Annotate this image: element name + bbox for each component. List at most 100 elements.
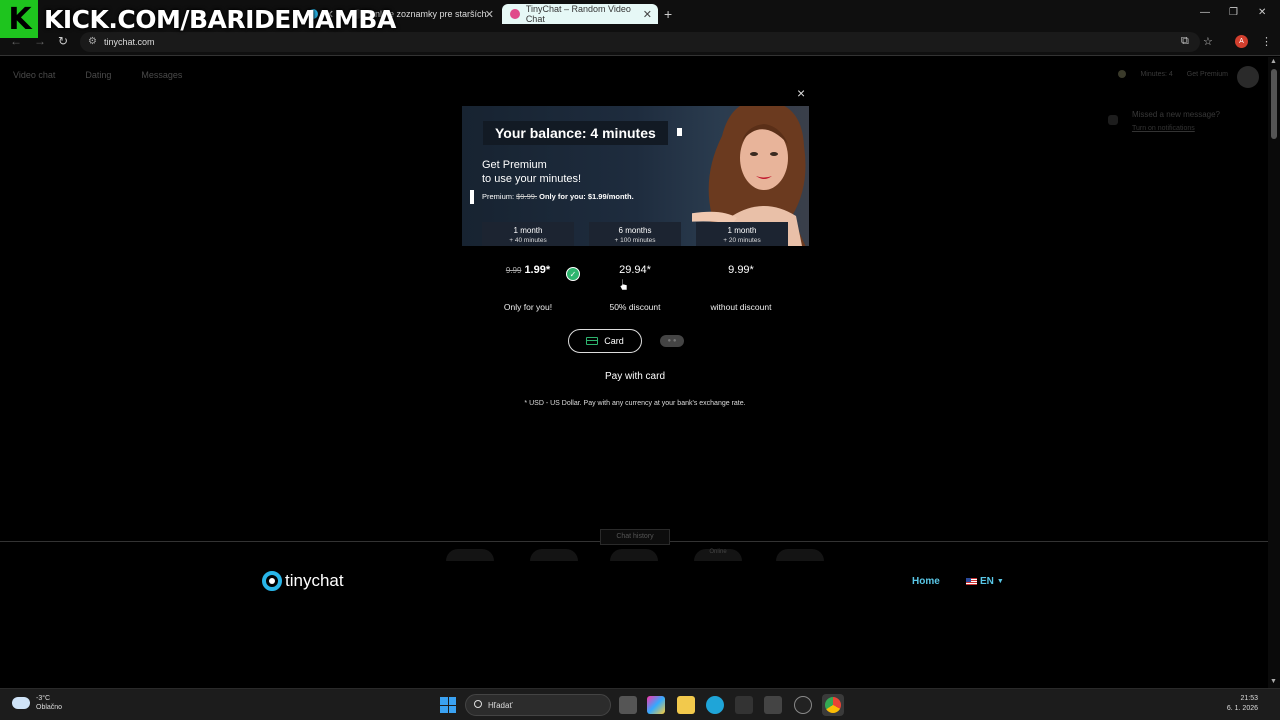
- tab-close-icon[interactable]: ✕: [643, 8, 652, 21]
- us-flag-icon: [966, 578, 977, 585]
- restore-button[interactable]: ❐: [1229, 7, 1238, 18]
- weather-desc: Oblačno: [36, 704, 63, 711]
- modal-close-button[interactable]: ×: [797, 85, 805, 101]
- user-avatar[interactable]: [1237, 66, 1259, 88]
- plan-card-3[interactable]: 1 month + 20 minutes: [696, 222, 788, 246]
- plan-bonus: + 100 minutes: [614, 237, 656, 244]
- online-badge: Online: [709, 549, 727, 555]
- scroll-thumb[interactable]: [1271, 69, 1277, 139]
- clock-date: 6. 1. 2026: [1226, 705, 1258, 712]
- plan-duration: 6 months: [618, 226, 652, 235]
- language-label: EN: [980, 576, 994, 587]
- translate-icon[interactable]: ⧉: [1181, 35, 1189, 48]
- price: 9.99*: [728, 264, 754, 276]
- nav-dating[interactable]: Dating: [85, 70, 111, 80]
- premium-heading: Get Premium to use your minutes!: [482, 158, 581, 186]
- bell-icon: [1108, 115, 1118, 125]
- promo-line: Premium: $9.99. Only for you: $1.99/mont…: [470, 190, 680, 204]
- stream-url-overlay: KICK.COM/BARIDEMAMBA: [44, 4, 396, 34]
- enable-notifications-link[interactable]: Turn on notifications: [1132, 122, 1220, 136]
- premium-heading-line2: to use your minutes!: [482, 173, 582, 185]
- premium-banner: Your balance: 4 minutes Get Premium to u…: [462, 106, 809, 246]
- search-icon: [474, 700, 482, 708]
- credit-card-icon: [586, 337, 599, 345]
- plan-3-price[interactable]: 9.99*: [686, 264, 796, 276]
- tinychat-logo[interactable]: tinychat: [262, 571, 344, 591]
- close-window-button[interactable]: ✕: [1258, 7, 1266, 18]
- system-clock[interactable]: 21:53 6. 1. 2026: [1227, 694, 1258, 714]
- language-selector[interactable]: EN ▼: [966, 576, 1004, 587]
- currency-note: * USD - US Dollar. Pay with any currency…: [524, 400, 746, 407]
- scroll-up-icon[interactable]: ▲: [1270, 58, 1277, 65]
- history-thumbnail[interactable]: [610, 549, 658, 561]
- browser-menu-icon[interactable]: ⋮: [1261, 35, 1272, 48]
- plan-1-price[interactable]: 9.99 1.99*: [473, 264, 583, 276]
- profile-avatar[interactable]: A: [1235, 35, 1248, 48]
- scroll-down-icon[interactable]: ▼: [1270, 678, 1277, 685]
- new-tab-button[interactable]: +: [664, 6, 672, 22]
- card-payment-button[interactable]: Card: [568, 329, 642, 353]
- stream-overlay: K KICK.COM/BARIDEMAMBA: [0, 0, 396, 38]
- plan-2-price[interactable]: 29.94*: [580, 264, 690, 276]
- weather-widget[interactable]: -3°C Oblačno: [12, 694, 62, 712]
- plan-2-desc: 50% discount: [609, 302, 661, 312]
- plan-1-desc: Only for you!: [503, 302, 553, 312]
- history-thumbnail[interactable]: [446, 549, 494, 561]
- file-explorer-icon[interactable]: [677, 696, 695, 714]
- minimize-button[interactable]: —: [1200, 7, 1210, 18]
- balance-label: Your balance: 4 minutes: [483, 121, 668, 145]
- tinychat-favicon-icon: [510, 9, 520, 19]
- balance-marker: [677, 128, 682, 136]
- task-view-icon[interactable]: [619, 696, 637, 714]
- clock-time: 21:53: [1240, 695, 1258, 702]
- github-icon[interactable]: [794, 696, 812, 714]
- cloud-icon: [12, 697, 30, 709]
- edge-browser-icon[interactable]: [706, 696, 724, 714]
- chevron-down-icon: ▼: [996, 578, 1004, 585]
- plan-card-1[interactable]: 1 month + 40 minutes: [482, 222, 574, 246]
- kick-logo-icon: K: [0, 0, 38, 38]
- card-button-label: Card: [604, 336, 624, 346]
- footer-home-link[interactable]: Home: [912, 576, 940, 587]
- logo-text: tinychat: [285, 571, 344, 590]
- nav-messages[interactable]: Messages: [141, 70, 182, 80]
- windows-start-icon[interactable]: [440, 697, 456, 713]
- bookmark-star-icon[interactable]: ☆: [1203, 35, 1213, 48]
- promo-old-price: $9.99.: [516, 192, 538, 201]
- plan-3-desc: without discount: [710, 302, 772, 312]
- search-placeholder: Hľadať: [488, 700, 513, 710]
- pay-with-card-button[interactable]: Pay with card: [560, 371, 710, 382]
- minutes-icon: [1118, 70, 1127, 78]
- app-icon[interactable]: [764, 696, 782, 714]
- premium-heading-line1: Get Premium: [482, 159, 547, 171]
- chat-history-tab[interactable]: Chat history: [600, 529, 670, 545]
- notification-prompt: Missed a new message? Turn on notificati…: [1132, 108, 1220, 136]
- notification-title: Missed a new message?: [1131, 110, 1220, 119]
- old-price: 9.99: [505, 266, 522, 275]
- alternative-payment-button[interactable]: ● ●: [660, 335, 684, 347]
- mouse-cursor-icon: [620, 279, 628, 291]
- plan-bonus: + 20 minutes: [723, 237, 761, 244]
- minutes-label: Minutes: 4: [1140, 70, 1173, 78]
- chrome-taskbar-button[interactable]: [822, 694, 844, 716]
- plan-card-2[interactable]: 6 months + 100 minutes: [589, 222, 681, 246]
- taskbar-search-input[interactable]: Hľadať: [465, 694, 611, 716]
- plan-duration: 1 month: [513, 226, 543, 235]
- history-thumbnail[interactable]: [530, 549, 578, 561]
- weather-temp: -3°C: [36, 695, 51, 702]
- page-scrollbar[interactable]: ▲ ▼: [1268, 57, 1280, 688]
- tab-close-icon[interactable]: ✕: [485, 8, 494, 21]
- history-thumbnail[interactable]: [776, 549, 824, 561]
- nav-video-chat[interactable]: Video chat: [13, 70, 55, 80]
- promo-offer: Only for you: $1.99/month.: [537, 192, 634, 201]
- price: 29.94*: [619, 264, 651, 276]
- history-thumbnail-online[interactable]: Online: [694, 549, 742, 561]
- copilot-icon[interactable]: [647, 696, 665, 714]
- store-icon[interactable]: [735, 696, 753, 714]
- tab-tinychat[interactable]: TinyChat – Random Video Chat ✕: [502, 4, 658, 24]
- tab-label: TinyChat – Random Video Chat: [525, 4, 631, 24]
- plan-duration: 1 month: [727, 226, 757, 235]
- get-premium-link[interactable]: Get Premium: [1187, 71, 1228, 78]
- promo-prefix: Premium:: [482, 192, 517, 201]
- account-area: Minutes: 4 Get Premium: [1118, 70, 1228, 78]
